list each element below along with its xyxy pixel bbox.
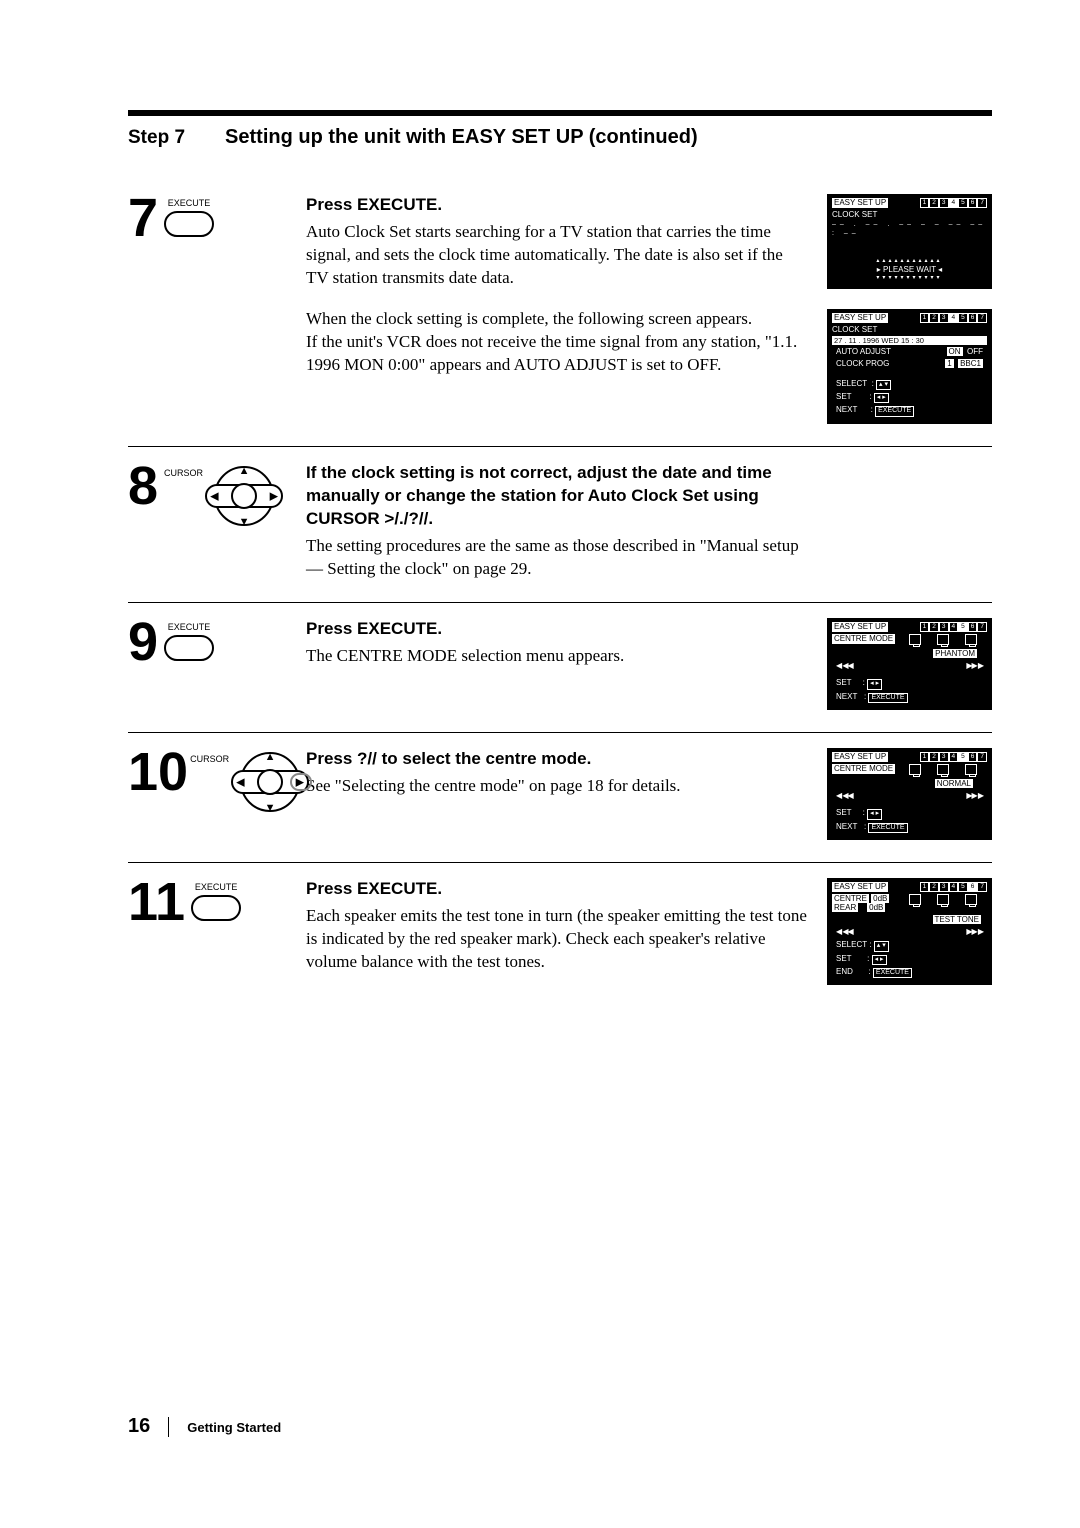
step-number: 8 xyxy=(128,462,158,511)
progress-boxes: 1234567 xyxy=(920,752,987,762)
step-10-text: See "Selecting the centre mode" on page … xyxy=(306,775,807,798)
osd-autoadjust-label: AUTO ADJUST xyxy=(836,347,891,357)
oval-button-icon xyxy=(191,895,241,921)
osd-title: EASY SET UP xyxy=(832,622,888,632)
step-number: 7 xyxy=(128,194,158,243)
cursor-pad-icon: ▲▼◀▶ xyxy=(205,466,283,526)
osd-centre-value: 0dB xyxy=(871,894,889,903)
button-label: EXECUTE xyxy=(168,622,211,632)
osd-set-label: SET xyxy=(836,392,852,401)
step-8: 8 CURSOR ▲▼◀▶ If the clock setting is no… xyxy=(128,447,992,604)
step-number: 11 xyxy=(128,878,185,927)
osd-set-label: SET xyxy=(836,808,852,817)
cursor-button-graphic: CURSOR ▲▼◀▶ xyxy=(164,462,283,526)
step-label: Step 7 xyxy=(128,127,185,149)
osd-clock-result: EASY SET UP 1234567 CLOCK SET 27 . 11 . … xyxy=(827,309,992,424)
execute-button-graphic: EXECUTE xyxy=(164,194,214,237)
step-11-heading: Press EXECUTE. xyxy=(306,878,807,901)
step-11-numcol: 11 EXECUTE xyxy=(128,878,298,927)
osd-select-label: SELECT xyxy=(836,379,867,388)
cursor-button-graphic: CURSOR ▲▼◀▶ xyxy=(190,748,309,812)
osd-next-label: NEXT xyxy=(836,822,857,831)
osd-test-tone: EASY SET UP 1234567 CENTRE 0dB REAR 0dB … xyxy=(827,878,992,985)
step-8-numcol: 8 CURSOR ▲▼◀▶ xyxy=(128,462,298,526)
step-number: 9 xyxy=(128,618,158,667)
step-9-heading: Press EXECUTE. xyxy=(306,618,807,641)
footer-section: Getting Started xyxy=(187,1420,281,1435)
button-label: CURSOR xyxy=(190,752,229,764)
step-7-numcol: 7 EXECUTE xyxy=(128,194,298,243)
osd-next-label: NEXT xyxy=(836,405,857,414)
step-11: 11 EXECUTE Press EXECUTE. Each speaker e… xyxy=(128,863,992,1007)
osd-title: EASY SET UP xyxy=(832,313,888,323)
footer-divider xyxy=(168,1417,169,1437)
step-9: 9 EXECUTE Press EXECUTE. The CENTRE MODE… xyxy=(128,603,992,733)
osd-centre-label: CENTRE xyxy=(832,894,869,903)
osd-mode: PHANTOM xyxy=(933,649,977,658)
step-number: 10 xyxy=(128,748,188,797)
step-7-osd-col: EASY SET UP 1234567 CLOCK SET –– . –– . … xyxy=(827,194,992,424)
progress-boxes: 1234567 xyxy=(920,622,987,632)
step-8-body: If the clock setting is not correct, adj… xyxy=(306,462,819,581)
osd-set-label: SET xyxy=(836,954,852,963)
osd-centre-normal: EASY SET UP 1234567 CENTRE MODE NORMAL ◀… xyxy=(827,748,992,840)
button-label: EXECUTE xyxy=(195,882,238,892)
step-11-text: Each speaker emits the test tone in turn… xyxy=(306,905,807,974)
step-7-heading: Press EXECUTE. xyxy=(306,194,807,217)
osd-select-label: SELECT xyxy=(836,940,867,949)
osd-subtitle: CENTRE MODE xyxy=(832,764,895,774)
progress-boxes: 1234567 xyxy=(920,313,987,323)
step-7-text-1: Auto Clock Set starts searching for a TV… xyxy=(306,221,807,290)
step-7: 7 EXECUTE Press EXECUTE. Auto Clock Set … xyxy=(128,179,992,447)
execute-button-graphic: EXECUTE xyxy=(191,878,241,921)
osd-title: EASY SET UP xyxy=(832,882,888,892)
osd-centre-phantom: EASY SET UP 1234567 CENTRE MODE PHANTOM … xyxy=(827,618,992,710)
step-title: Setting up the unit with EASY SET UP (co… xyxy=(225,126,698,149)
step-10-osd-col: EASY SET UP 1234567 CENTRE MODE NORMAL ◀… xyxy=(827,748,992,840)
osd-wait: ▸ PLEASE WAIT ◂ xyxy=(828,265,991,275)
step-11-body: Press EXECUTE. Each speaker emits the te… xyxy=(306,878,819,974)
osd-rear-value: 0dB xyxy=(867,903,885,912)
cursor-right-highlight xyxy=(290,773,312,791)
step-8-text: The setting procedures are the same as t… xyxy=(306,535,807,581)
header: Step 7 Setting up the unit with EASY SET… xyxy=(128,126,992,149)
osd-title: EASY SET UP xyxy=(832,198,888,208)
osd-end-label: END xyxy=(836,967,853,976)
step-9-text: The CENTRE MODE selection menu appears. xyxy=(306,645,807,668)
step-9-osd-col: EASY SET UP 1234567 CENTRE MODE PHANTOM … xyxy=(827,618,992,710)
step-9-numcol: 9 EXECUTE xyxy=(128,618,298,667)
osd-title: EASY SET UP xyxy=(832,752,888,762)
button-label: EXECUTE xyxy=(168,198,211,208)
page-number: 16 xyxy=(128,1415,150,1438)
osd-set-label: SET xyxy=(836,678,852,687)
osd-subtitle: CLOCK SET xyxy=(832,325,987,335)
osd-next-label: NEXT xyxy=(836,692,857,701)
page-footer: 16 Getting Started xyxy=(128,1415,281,1438)
step-9-body: Press EXECUTE. The CENTRE MODE selection… xyxy=(306,618,819,668)
step-7-text-2: When the clock setting is complete, the … xyxy=(306,308,807,377)
osd-clockprog-label: CLOCK PROG xyxy=(836,359,889,369)
step-10-heading: Press ?// to select the centre mode. xyxy=(306,748,807,771)
osd-rear-label: REAR xyxy=(832,903,858,912)
step-10-numcol: 10 CURSOR ▲▼◀▶ xyxy=(128,748,298,812)
oval-button-icon xyxy=(164,635,214,661)
osd-subtitle: CENTRE MODE xyxy=(832,634,895,644)
step-7-body: Press EXECUTE. Auto Clock Set starts sea… xyxy=(306,194,819,377)
osd-subtitle: CLOCK SET xyxy=(832,210,987,220)
osd-clock-wait: EASY SET UP 1234567 CLOCK SET –– . –– . … xyxy=(827,194,992,289)
step-11-osd-col: EASY SET UP 1234567 CENTRE 0dB REAR 0dB … xyxy=(827,878,992,985)
step-8-heading: If the clock setting is not correct, adj… xyxy=(306,462,807,531)
oval-button-icon xyxy=(164,211,214,237)
progress-boxes: 1234567 xyxy=(920,198,987,208)
execute-button-graphic: EXECUTE xyxy=(164,618,214,661)
cursor-pad-icon: ▲▼◀▶ xyxy=(231,752,309,812)
step-10: 10 CURSOR ▲▼◀▶ Press ?// to select the c… xyxy=(128,733,992,863)
header-bar xyxy=(128,110,992,116)
progress-boxes: 1234567 xyxy=(920,882,987,892)
step-10-body: Press ?// to select the centre mode. See… xyxy=(306,748,819,798)
osd-date: 27 . 11 . 1996 WED 15 : 30 xyxy=(832,336,987,345)
button-label: CURSOR xyxy=(164,466,203,478)
osd-test-tone-label: TEST TONE xyxy=(933,915,981,924)
osd-mode: NORMAL xyxy=(935,779,973,788)
